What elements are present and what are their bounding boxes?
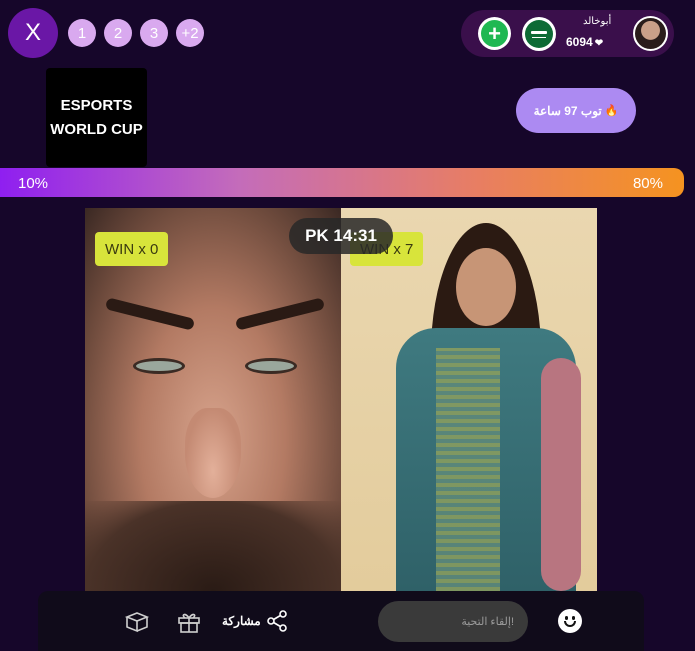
bottom-toolbar: مشاركة — [38, 591, 644, 651]
user-score: 6094 ❤ — [566, 35, 603, 49]
logo-line-1: ESPORTS — [60, 96, 133, 114]
page-chip-3[interactable]: 3 — [140, 19, 168, 47]
gift-icon[interactable] — [176, 609, 202, 635]
page-chip-1[interactable]: 1 — [68, 19, 96, 47]
message-input[interactable] — [378, 601, 528, 642]
logo-line-2: WORLD CUP — [50, 120, 143, 138]
fire-icon: 🔥 — [604, 105, 619, 117]
page-selector: 1 2 3 +2 — [68, 19, 204, 47]
profile-box: + أبوخالد 6094 ❤ — [461, 10, 674, 57]
right-percent: 80% — [632, 175, 663, 192]
pk-battle-view: WIN x 0 WIN x 7 PK 14:31 — [85, 208, 597, 591]
pk-timer: PK 14:31 — [289, 218, 393, 254]
score-value: 6094 — [566, 35, 593, 49]
top-ranking-button[interactable]: توب 97 ساعة 🔥 — [516, 88, 636, 133]
emoji-icon[interactable] — [558, 609, 582, 633]
plus-icon: + — [481, 20, 508, 47]
share-icon — [266, 610, 287, 632]
share-button[interactable]: مشاركة — [222, 609, 289, 633]
page-chip-2[interactable]: 2 — [104, 19, 132, 47]
esports-world-cup-logo[interactable]: ESPORTS WORLD CUP — [46, 68, 147, 167]
share-label: مشاركة — [222, 614, 261, 628]
left-percent: 10% — [18, 175, 49, 192]
close-button[interactable]: X — [8, 8, 58, 58]
add-button[interactable]: + — [478, 17, 511, 50]
page-chip-more[interactable]: +2 — [176, 19, 204, 47]
saudi-flag-icon — [522, 17, 556, 51]
heart-icon: ❤ — [594, 38, 604, 49]
left-win-badge: WIN x 0 — [95, 232, 169, 266]
top-button-label: توب 97 ساعة — [533, 103, 602, 118]
gift-box-icon[interactable] — [124, 609, 150, 635]
pk-progress-bar — [0, 168, 684, 197]
avatar[interactable] — [633, 16, 668, 51]
user-name: أبوخالد — [583, 16, 612, 27]
